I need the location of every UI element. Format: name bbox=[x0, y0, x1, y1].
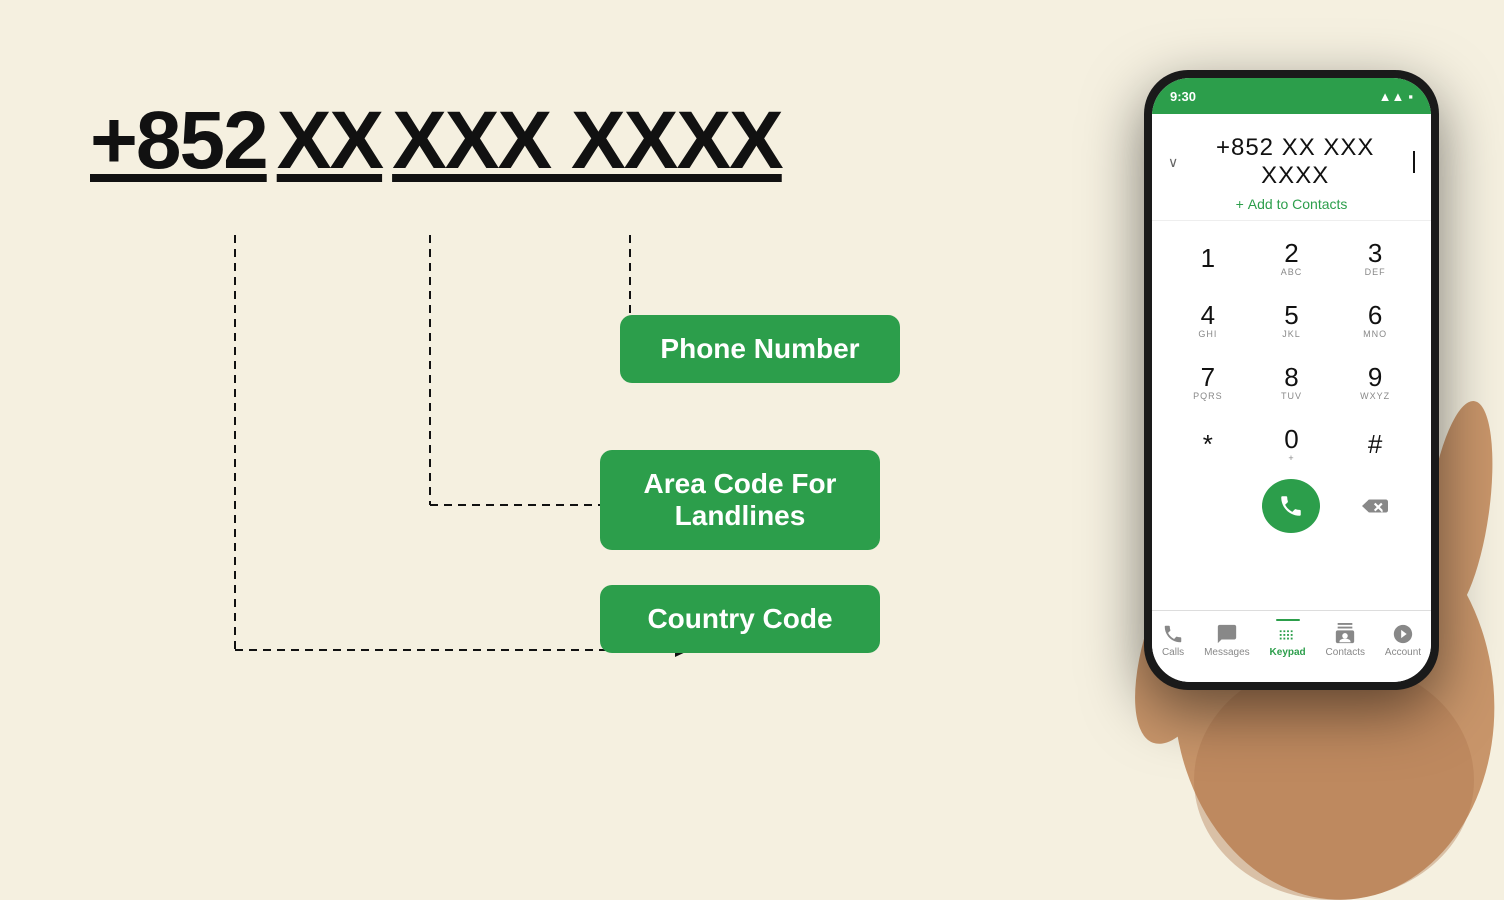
nav-calls[interactable]: Calls bbox=[1162, 619, 1184, 658]
plus-icon: + bbox=[1236, 196, 1244, 212]
key-star[interactable]: * bbox=[1172, 417, 1244, 471]
keypad-row-4: * 0 + # bbox=[1166, 417, 1417, 471]
add-to-contacts-label: Add to Contacts bbox=[1248, 196, 1348, 212]
nav-account-label: Account bbox=[1385, 647, 1421, 658]
key-8[interactable]: 8 TUV bbox=[1255, 355, 1327, 409]
key-2[interactable]: 2 ABC bbox=[1255, 231, 1327, 285]
key-5[interactable]: 5 JKL bbox=[1255, 293, 1327, 347]
key-3[interactable]: 3 DEF bbox=[1339, 231, 1411, 285]
nav-calls-label: Calls bbox=[1162, 647, 1184, 658]
key-empty bbox=[1172, 479, 1244, 533]
phone-mockup: 9:30 ▲▲ ▪ ∨ +852 XX XXX XXXX + Add to Co… bbox=[1114, 40, 1504, 820]
key-delete[interactable] bbox=[1339, 479, 1411, 533]
phone-frame: 9:30 ▲▲ ▪ ∨ +852 XX XXX XXXX + Add to Co… bbox=[1144, 70, 1439, 690]
nav-contacts-label: Contacts bbox=[1326, 647, 1365, 658]
area-code-label: Area Code ForLandlines bbox=[600, 450, 880, 550]
phone-screen: 9:30 ▲▲ ▪ ∨ +852 XX XXX XXXX + Add to Co… bbox=[1152, 78, 1431, 682]
nav-keypad-label: Keypad bbox=[1270, 647, 1306, 658]
keypad-row-5 bbox=[1166, 479, 1417, 533]
nav-messages[interactable]: Messages bbox=[1204, 619, 1250, 658]
area-code-text: XX bbox=[277, 100, 382, 182]
phone-string: +852 XX XXX XXXX bbox=[90, 100, 782, 182]
key-1[interactable]: 1 bbox=[1172, 231, 1244, 285]
nav-contacts[interactable]: Contacts bbox=[1326, 619, 1365, 658]
status-time: 9:30 bbox=[1170, 89, 1196, 104]
keypad-row-1: 1 2 ABC 3 DEF bbox=[1166, 231, 1417, 285]
signal-icon: ▲▲ bbox=[1379, 89, 1405, 104]
diagram-area: +852 XX XXX XXXX Phone Number Area Code … bbox=[60, 60, 1010, 786]
add-to-contacts[interactable]: + Add to Contacts bbox=[1168, 196, 1415, 212]
key-7[interactable]: 7 PQRS bbox=[1172, 355, 1244, 409]
key-0[interactable]: 0 + bbox=[1255, 417, 1327, 471]
chevron-icon: ∨ bbox=[1168, 154, 1179, 171]
keypad-row-3: 7 PQRS 8 TUV 9 WXYZ bbox=[1166, 355, 1417, 409]
key-hash[interactable]: # bbox=[1339, 417, 1411, 471]
dialer-number: ∨ +852 XX XXX XXXX bbox=[1168, 134, 1415, 190]
dialer-display: ∨ +852 XX XXX XXXX + Add to Contacts bbox=[1152, 114, 1431, 221]
key-call[interactable] bbox=[1255, 479, 1327, 533]
nav-account[interactable]: Account bbox=[1385, 619, 1421, 658]
keypad: 1 2 ABC 3 DEF 4 GHI bbox=[1152, 221, 1431, 551]
nav-messages-label: Messages bbox=[1204, 647, 1250, 658]
phone-number-label: Phone Number bbox=[620, 315, 900, 383]
key-4[interactable]: 4 GHI bbox=[1172, 293, 1244, 347]
call-button[interactable] bbox=[1262, 479, 1320, 533]
status-icons: ▲▲ ▪ bbox=[1379, 89, 1413, 104]
key-9[interactable]: 9 WXYZ bbox=[1339, 355, 1411, 409]
nav-keypad[interactable]: Keypad bbox=[1270, 619, 1306, 658]
delete-button[interactable] bbox=[1346, 479, 1404, 533]
battery-icon: ▪ bbox=[1408, 89, 1413, 104]
bottom-nav: Calls Messages Keypad Contacts bbox=[1152, 610, 1431, 682]
country-code-text: +852 bbox=[90, 100, 267, 182]
key-6[interactable]: 6 MNO bbox=[1339, 293, 1411, 347]
text-cursor bbox=[1413, 151, 1415, 173]
keypad-row-2: 4 GHI 5 JKL 6 MNO bbox=[1166, 293, 1417, 347]
dialer-number-text: +852 XX XXX XXXX bbox=[1185, 134, 1405, 190]
status-bar: 9:30 ▲▲ ▪ bbox=[1152, 78, 1431, 114]
country-code-label: Country Code bbox=[600, 585, 880, 653]
phone-number-text: XXX XXXX bbox=[392, 100, 782, 182]
